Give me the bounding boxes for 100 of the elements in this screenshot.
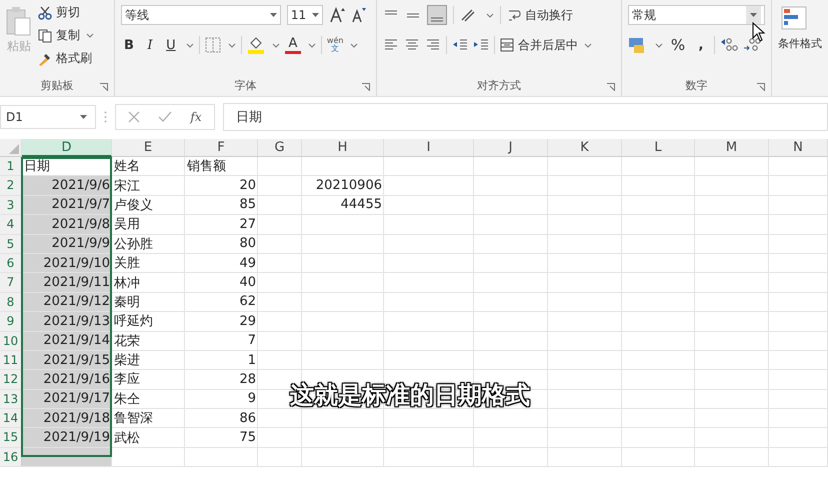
increase-decimal-icon[interactable] [720,37,738,53]
merge-center-button[interactable]: 合并后居中 [500,36,592,54]
caret-icon[interactable] [186,42,194,48]
column-header[interactable]: F [185,139,258,157]
row-header[interactable]: 15 [0,428,22,447]
column-header[interactable]: N [769,139,828,157]
check-icon[interactable] [158,111,172,123]
table-cell: 2021/9/14 [22,332,112,350]
shrink-font-icon[interactable] [350,7,367,23]
borders-icon[interactable] [204,37,221,53]
cell-reference: D1 [6,110,23,124]
cancel-icon[interactable] [128,111,140,123]
cut-button[interactable]: 剪切 [38,4,94,21]
table-cell-text: 40 [238,274,257,292]
formula-field[interactable]: 日期 [223,103,828,131]
insert-function-button[interactable]: fx [190,110,202,124]
table-cell: 2021/9/18 [22,409,112,428]
row-header[interactable]: 5 [0,234,22,253]
wrap-text-button[interactable]: 自动换行 [506,6,573,24]
mouse-pointer-icon [752,22,766,42]
group-label: 字体 [234,78,256,92]
column-header[interactable]: M [695,139,769,157]
table-cell-text: 62 [238,293,257,312]
font-size-value: 11 [290,8,306,22]
table-cell-text: 20 [238,177,257,195]
table-cell: 2021/9/16 [22,370,112,389]
caret-icon[interactable] [350,42,358,48]
row-header[interactable]: 8 [0,292,22,312]
number-format-value: 常规 [632,6,656,24]
font-name-field[interactable]: 等线 [120,5,281,25]
row-header[interactable]: 12 [0,370,22,389]
column-header[interactable]: E [112,139,185,157]
font-size-field[interactable]: 11 [286,5,323,25]
conditional-format-button[interactable]: 条件格式 [778,4,822,51]
format-painter-button[interactable]: 格式刷 [38,50,94,67]
italic-button[interactable]: I [142,38,158,52]
table-cell-text: 花荣 [113,332,141,350]
dropdown-arrow-icon [270,13,277,17]
column-header[interactable]: J [474,139,548,157]
name-box[interactable]: D1 [0,105,96,129]
table-cell-text: 卢俊义 [113,196,154,214]
column-header[interactable]: I [384,139,474,157]
table-cell-text: 吴用 [113,216,141,234]
dialog-launcher-icon[interactable] [362,83,370,91]
caret-icon[interactable] [272,42,280,48]
table-cell: 2021/9/15 [22,350,112,370]
underline-button[interactable]: U [162,38,179,52]
number-format-field[interactable]: 常规 [628,5,765,25]
row-header[interactable]: 6 [0,254,22,272]
table-cell-text: 朱仝 [113,390,141,408]
table-cell-text: 销售额 [186,158,227,176]
table-cell-text: 1 [246,352,257,370]
fill-bucket-icon[interactable] [246,36,265,54]
grip-icon[interactable] [104,111,107,123]
caret-icon[interactable] [486,12,494,18]
table-cell-text: 85 [238,196,257,214]
dialog-launcher-icon[interactable] [607,83,615,91]
column-header[interactable]: K [548,139,622,157]
caret-icon[interactable] [308,42,316,48]
caret-icon [86,33,94,38]
table-cell: 2021/9/13 [22,312,112,331]
comma-button[interactable]: , [693,38,709,52]
caret-icon[interactable] [655,42,663,48]
table-cell-text: 姓名 [113,158,141,176]
phonetic-button[interactable]: wén 文 [326,37,344,53]
font-color-button[interactable]: A [284,36,301,54]
row-header[interactable]: 10 [0,332,22,350]
wrap-text-icon [506,8,521,22]
group-label: 剪贴板 [40,78,74,92]
row-header[interactable]: 14 [0,409,22,428]
table-cell-text: 7 [246,332,257,350]
dialog-launcher-icon[interactable] [100,83,108,91]
percent-button[interactable]: % [668,36,688,54]
row-header[interactable]: 3 [0,196,22,214]
copy-button[interactable]: 复制 [38,27,94,44]
caret-icon[interactable] [228,42,236,48]
row-header[interactable]: 2 [0,176,22,195]
row-header[interactable]: 1 [0,157,22,176]
align-bottom-icon[interactable] [426,5,447,25]
table-cell: 2021/9/9 [22,234,112,253]
row-header[interactable]: 16 [0,448,22,466]
dialog-launcher-icon[interactable] [757,83,765,91]
row-header[interactable]: 11 [0,350,22,370]
column-header[interactable]: D [22,139,112,157]
table-cell-text: 9 [246,390,257,408]
grow-font-icon[interactable] [328,7,345,23]
row-header[interactable]: 9 [0,312,22,331]
row-header[interactable]: 13 [0,390,22,408]
table-cell-text: 20210906 [314,177,383,195]
column-header[interactable]: G [258,139,302,157]
table-cell-text: 呼延灼 [113,313,154,331]
row-header[interactable]: 7 [0,273,22,292]
decrease-decimal-icon[interactable] [743,37,761,53]
dropdown-arrow-icon [312,13,319,17]
table-cell-text: 日期 [23,158,51,176]
bold-button[interactable]: B [120,38,137,52]
column-header[interactable]: H [302,139,384,157]
column-header[interactable]: L [622,139,695,157]
row-header[interactable]: 4 [0,215,22,234]
table-cell: 2021/9/10 [22,254,112,272]
